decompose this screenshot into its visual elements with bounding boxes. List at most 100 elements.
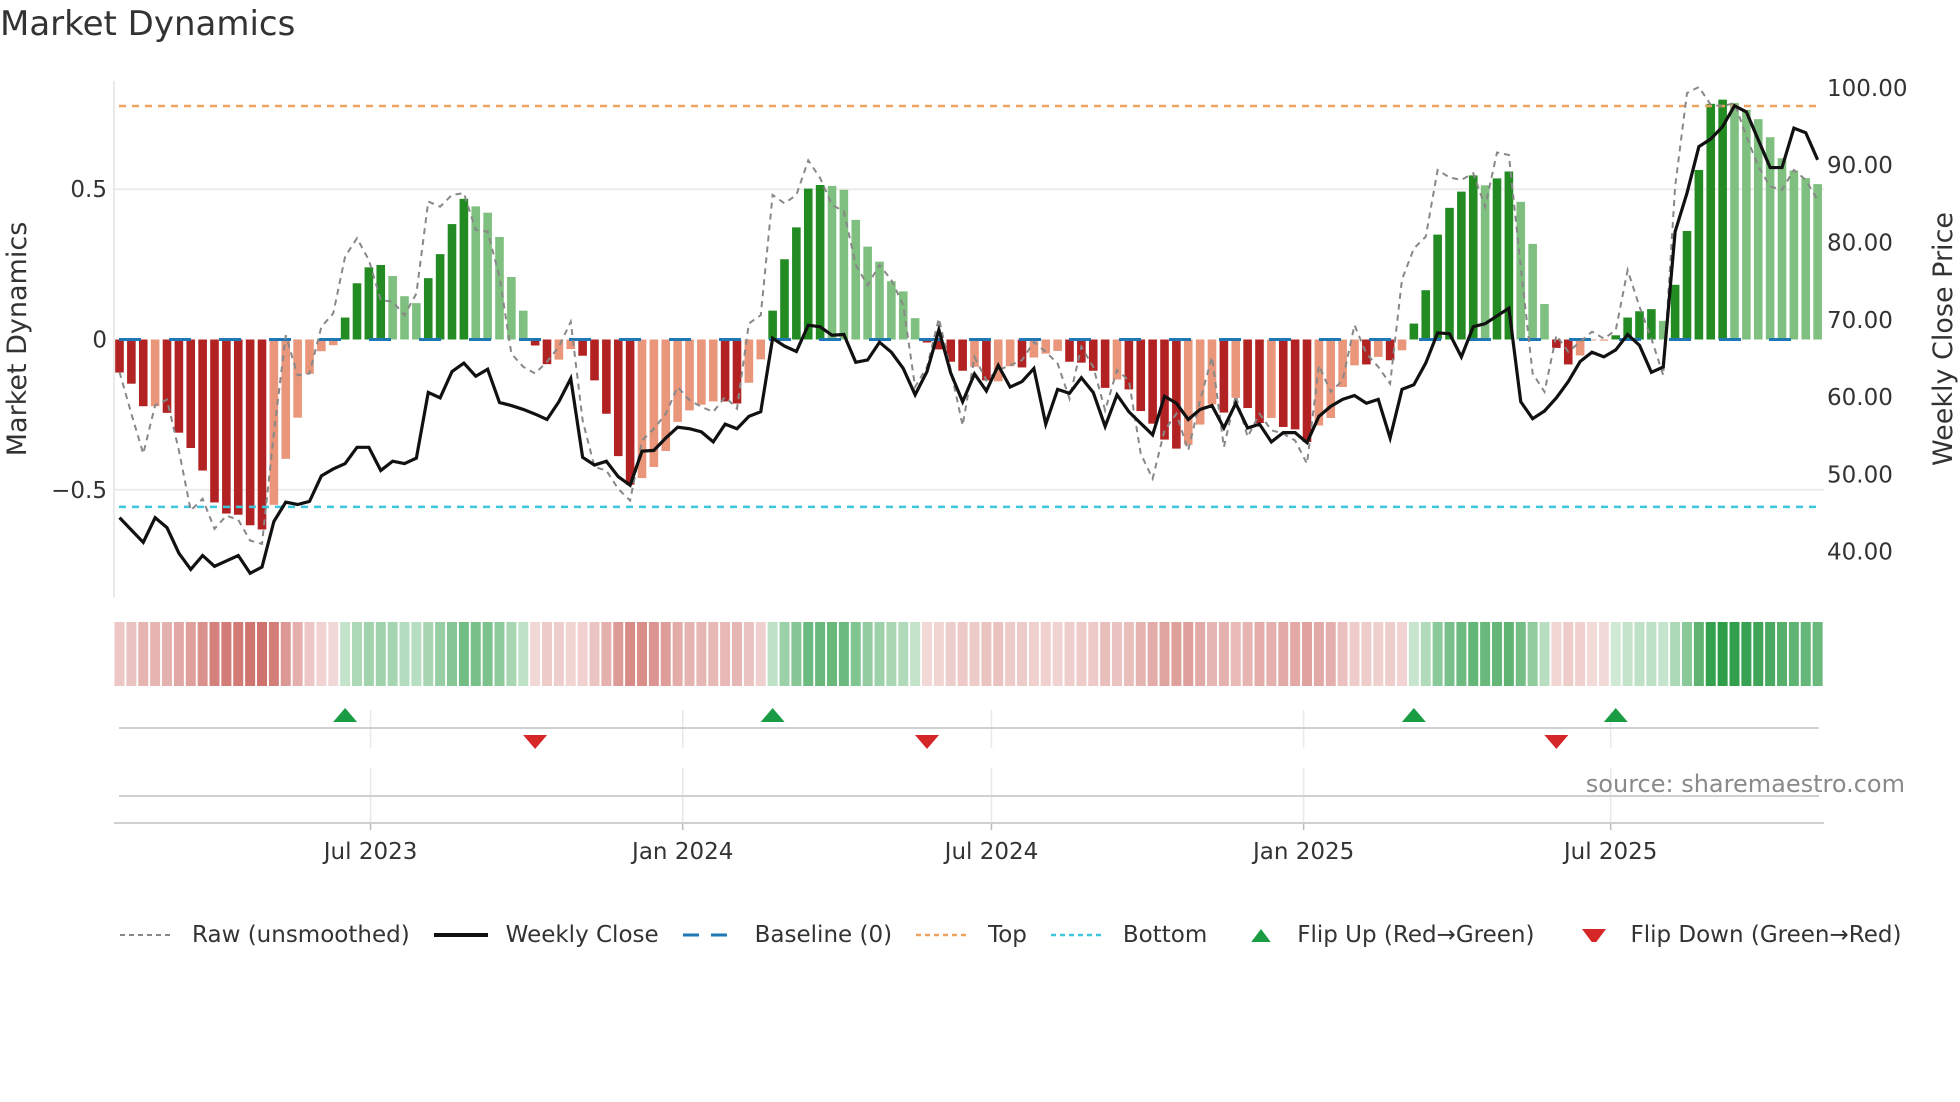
heat-strip-cell: [506, 622, 517, 686]
heat-strip-cell: [803, 622, 814, 686]
momentum-bar: [756, 339, 766, 360]
momentum-bar: [1243, 339, 1252, 409]
momentum-bar: [1219, 339, 1229, 413]
momentum-bar: [447, 224, 457, 340]
momentum-bar: [803, 188, 813, 340]
flip-down-marker: [915, 735, 939, 749]
momentum-bar: [269, 339, 279, 505]
heat-strip-cell: [458, 622, 469, 686]
momentum-bar: [1742, 109, 1751, 340]
heat-strip-cell: [1622, 622, 1633, 686]
heat-strip-cell: [1634, 622, 1645, 686]
heat-strip-cell: [1076, 622, 1087, 686]
heat-strip-cell: [577, 622, 588, 686]
heat-strip-cell: [1765, 622, 1776, 686]
heat-strip-cell: [1575, 622, 1586, 686]
heat-strip-cell: [1385, 622, 1396, 686]
raw-unsmoothed-line: [118, 85, 1819, 546]
heat-strip-cell: [542, 622, 552, 686]
heat-strip-cell: [126, 622, 137, 686]
legend-swatch-baseline: [682, 933, 737, 937]
heat-strip-cell: [423, 622, 434, 686]
momentum-bar: [1421, 290, 1431, 340]
legend-item-flip-down: Flip Down (Green→Red): [1574, 922, 1901, 948]
heat-strip-cell: [625, 622, 636, 686]
flip-down-marker: [1544, 735, 1569, 749]
legend-swatch-close: [433, 933, 488, 937]
heat-strip-cell: [387, 622, 398, 686]
heat-strip-cell: [1207, 622, 1217, 686]
heat-strip-cell: [922, 622, 932, 686]
heat-strip-cell: [553, 622, 564, 686]
x-tick-label: Jan 2024: [630, 839, 733, 865]
momentum-bar: [1373, 339, 1383, 357]
heat-strip-cell: [1290, 622, 1301, 686]
y-tick-right: 40.00: [1827, 540, 1893, 566]
heat-strip-cell: [993, 622, 1004, 686]
momentum-bar: [388, 276, 397, 340]
momentum-bar: [875, 261, 884, 340]
heat-strip-cell: [1373, 622, 1384, 686]
momentum-bar: [1041, 339, 1051, 354]
heat-strip-cell: [898, 622, 909, 686]
heat-strip-cell: [660, 622, 671, 686]
y-axis-label-right: Weekly Close Price: [1928, 212, 1959, 466]
heat-strip-cell: [162, 622, 172, 686]
heat-strip-cell: [874, 622, 885, 686]
legend-label-flip-up: Flip Up (Red→Green): [1297, 922, 1535, 948]
heat-strip-cell: [399, 622, 410, 686]
heat-strip-cell: [1729, 622, 1740, 686]
heat-strip-cell: [1017, 622, 1027, 686]
momentum-bar: [222, 339, 231, 514]
legend-label-top: Top: [988, 922, 1027, 948]
heat-strip-cell: [1432, 622, 1443, 686]
momentum-bar: [518, 310, 528, 340]
heat-strip-cell: [114, 622, 125, 686]
momentum-bar: [673, 339, 682, 422]
heat-strip-cell: [316, 622, 327, 686]
heat-strip-cell: [815, 622, 826, 686]
heat-strip-cell: [969, 622, 980, 686]
heat-strip-cell: [1693, 622, 1704, 686]
heat-strip-cell: [910, 622, 921, 686]
momentum-bar: [1053, 339, 1062, 351]
x-tick-label: Jul 2023: [322, 839, 418, 865]
heat-strip-cell: [173, 622, 184, 686]
heat-strip-cell: [862, 622, 873, 686]
momentum-bar: [305, 339, 314, 374]
heat-strip-cell: [470, 622, 481, 686]
momentum-bar: [1065, 339, 1074, 362]
heat-strip-cell: [328, 622, 339, 686]
momentum-bar: [1255, 339, 1264, 424]
heat-strip-cell: [1088, 622, 1099, 686]
heat-strip-cell: [684, 622, 695, 686]
heat-strip-cell: [1112, 622, 1122, 686]
momentum-bar: [1017, 339, 1027, 368]
heat-strip-cell: [565, 622, 576, 686]
regime-heat-strip: [114, 622, 1823, 686]
heat-strip-cell: [791, 622, 802, 686]
flip-down-marker: [523, 735, 548, 749]
momentum-bar: [1468, 175, 1478, 340]
momentum-bar: [1362, 339, 1371, 365]
heat-strip-cell: [1349, 622, 1360, 686]
flip-up-marker: [333, 708, 358, 722]
legend-item-top: Top: [914, 922, 1027, 948]
heat-strip-cell: [280, 622, 291, 686]
heat-strip-cell: [1147, 622, 1158, 686]
y-axis-label-left: Market Dynamics: [2, 222, 33, 457]
y-tick-right: 50.00: [1827, 462, 1893, 488]
momentum-bar: [507, 276, 516, 340]
momentum-bar: [827, 185, 837, 340]
momentum-bar: [210, 339, 219, 503]
heat-strip-cell: [1408, 622, 1419, 686]
heat-strip-cell: [233, 622, 244, 686]
heat-strip-cell: [1444, 622, 1455, 686]
flip-up-marker: [1603, 708, 1628, 722]
x-tick-label: Jul 2025: [1562, 839, 1658, 865]
momentum-bar: [340, 317, 350, 340]
y-tick-left: 0.5: [70, 177, 107, 203]
heat-strip-cell: [482, 622, 493, 686]
legend-label-bottom: Bottom: [1122, 922, 1208, 948]
heat-strip-cell: [1812, 622, 1823, 686]
